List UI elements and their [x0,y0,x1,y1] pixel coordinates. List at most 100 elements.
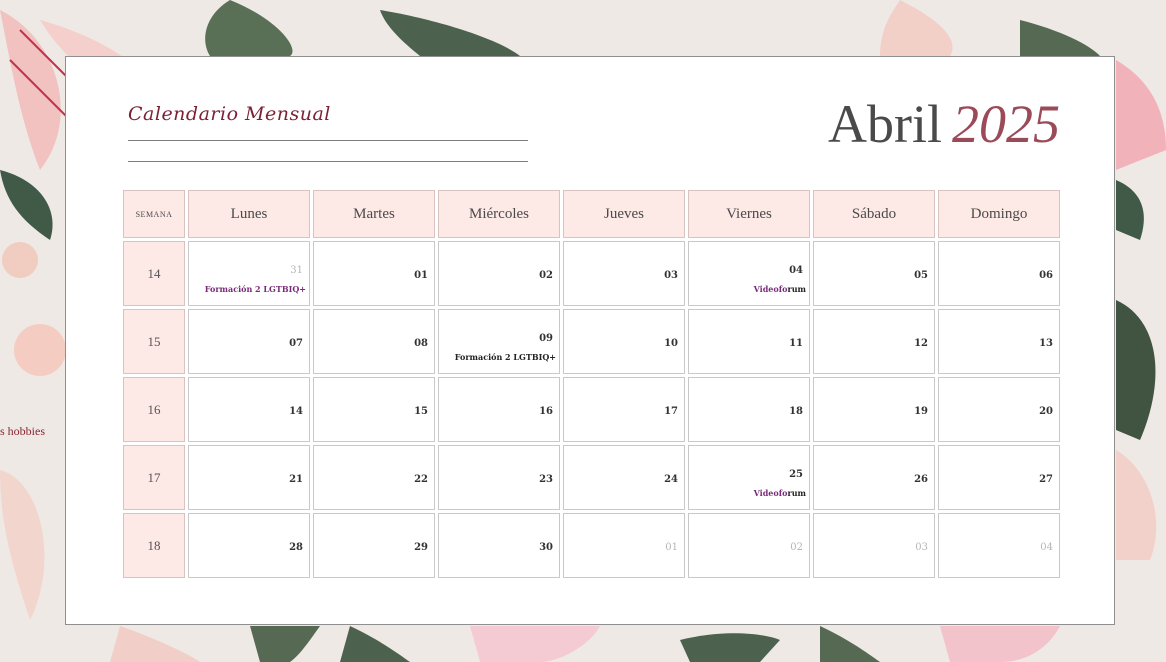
day-cell[interactable]: 02 [688,513,810,578]
day-cell[interactable]: 16 [438,377,560,442]
day-cell[interactable]: 13 [938,309,1060,374]
day-cell[interactable]: 25 Videoforum [688,445,810,510]
day-number: 04 [789,265,803,276]
day-header: Domingo [938,190,1060,238]
day-cell[interactable]: 18 [688,377,810,442]
day-number: 16 [539,406,553,417]
week-number: 18 [123,513,185,578]
day-cell[interactable]: 07 [188,309,310,374]
divider-line [128,161,528,162]
day-number: 20 [1039,406,1053,417]
day-cell[interactable]: 05 [813,241,935,306]
event-label[interactable]: Formación 2 LGTBIQ+ [455,352,556,362]
day-number: 12 [914,338,928,349]
event-label-part: rum [787,284,807,294]
day-cell[interactable]: 24 [563,445,685,510]
day-number: 18 [789,406,803,417]
event-label[interactable]: Videoforum [754,488,806,498]
event-label-part: Videofo [753,488,788,498]
day-cell[interactable]: 22 [313,445,435,510]
week-number: 17 [123,445,185,510]
day-cell[interactable]: 15 [313,377,435,442]
day-number: 09 [539,333,553,344]
divider-line [128,140,528,141]
day-number: 11 [789,338,803,349]
day-number: 31 [290,265,303,276]
page-subtitle: Calendario Mensual [128,103,331,125]
day-number: 14 [289,406,303,417]
day-cell[interactable]: 03 [563,241,685,306]
day-number: 15 [414,406,428,417]
day-number: 02 [539,270,553,281]
day-number: 27 [1039,474,1053,485]
day-number: 28 [289,542,303,553]
day-cell[interactable]: 17 [563,377,685,442]
day-cell[interactable]: 03 [813,513,935,578]
day-header: Sábado [813,190,935,238]
event-label-part: Videofo [753,284,788,294]
event-label-part: rum [787,488,807,498]
day-number: 22 [414,474,428,485]
day-cell[interactable]: 10 [563,309,685,374]
day-header: Lunes [188,190,310,238]
day-cell[interactable]: 01 [563,513,685,578]
day-cell[interactable]: 31 Formación 2 LGTBIQ+ [188,241,310,306]
day-number: 23 [539,474,553,485]
event-label[interactable]: Formación 2 LGTBIQ+ [205,284,306,294]
day-number: 03 [915,542,928,553]
month-label: Abril [828,94,942,154]
day-cell[interactable]: 14 [188,377,310,442]
day-cell[interactable]: 23 [438,445,560,510]
day-cell[interactable]: 21 [188,445,310,510]
day-cell[interactable]: 29 [313,513,435,578]
page-title: Abril 2025 [828,97,1060,151]
day-number: 03 [664,270,678,281]
day-number: 08 [414,338,428,349]
day-header: Miércoles [438,190,560,238]
day-number: 04 [1040,542,1053,553]
day-number: 29 [414,542,428,553]
week-number: 15 [123,309,185,374]
day-cell[interactable]: 19 [813,377,935,442]
week-number: 16 [123,377,185,442]
day-header: Jueves [563,190,685,238]
day-cell[interactable]: 11 [688,309,810,374]
day-number: 06 [1039,270,1053,281]
day-number: 07 [289,338,303,349]
calendar-card: Calendario Mensual Abril 2025 SEMANA Lune… [65,56,1115,625]
day-cell[interactable]: 04 [938,513,1060,578]
day-number: 19 [914,406,928,417]
day-header: Martes [313,190,435,238]
event-label[interactable]: Videoforum [754,284,806,294]
day-number: 13 [1039,338,1053,349]
calendar-grid: SEMANA Lunes Martes Miércoles Jueves Viernes… [123,190,1060,578]
day-number: 05 [914,270,928,281]
week-header: SEMANA [123,190,185,238]
day-cell[interactable]: 09 Formación 2 LGTBIQ+ [438,309,560,374]
day-header: Viernes [688,190,810,238]
day-cell[interactable]: 28 [188,513,310,578]
day-number: 26 [914,474,928,485]
side-text: s hobbies [0,424,45,438]
day-cell[interactable]: 12 [813,309,935,374]
day-number: 01 [665,542,678,553]
day-cell[interactable]: 30 [438,513,560,578]
day-cell[interactable]: 08 [313,309,435,374]
day-cell[interactable]: 26 [813,445,935,510]
day-cell[interactable]: 20 [938,377,1060,442]
day-number: 21 [289,474,303,485]
day-cell[interactable]: 06 [938,241,1060,306]
day-number: 02 [790,542,803,553]
day-cell[interactable]: 04 Videoforum [688,241,810,306]
day-cell[interactable]: 01 [313,241,435,306]
year-label: 2025 [952,94,1060,154]
week-number: 14 [123,241,185,306]
day-number: 01 [414,270,428,281]
day-number: 25 [789,469,803,480]
day-cell[interactable]: 27 [938,445,1060,510]
day-cell[interactable]: 02 [438,241,560,306]
day-number: 30 [539,542,553,553]
day-number: 10 [664,338,678,349]
day-number: 17 [664,406,678,417]
day-number: 24 [664,474,678,485]
